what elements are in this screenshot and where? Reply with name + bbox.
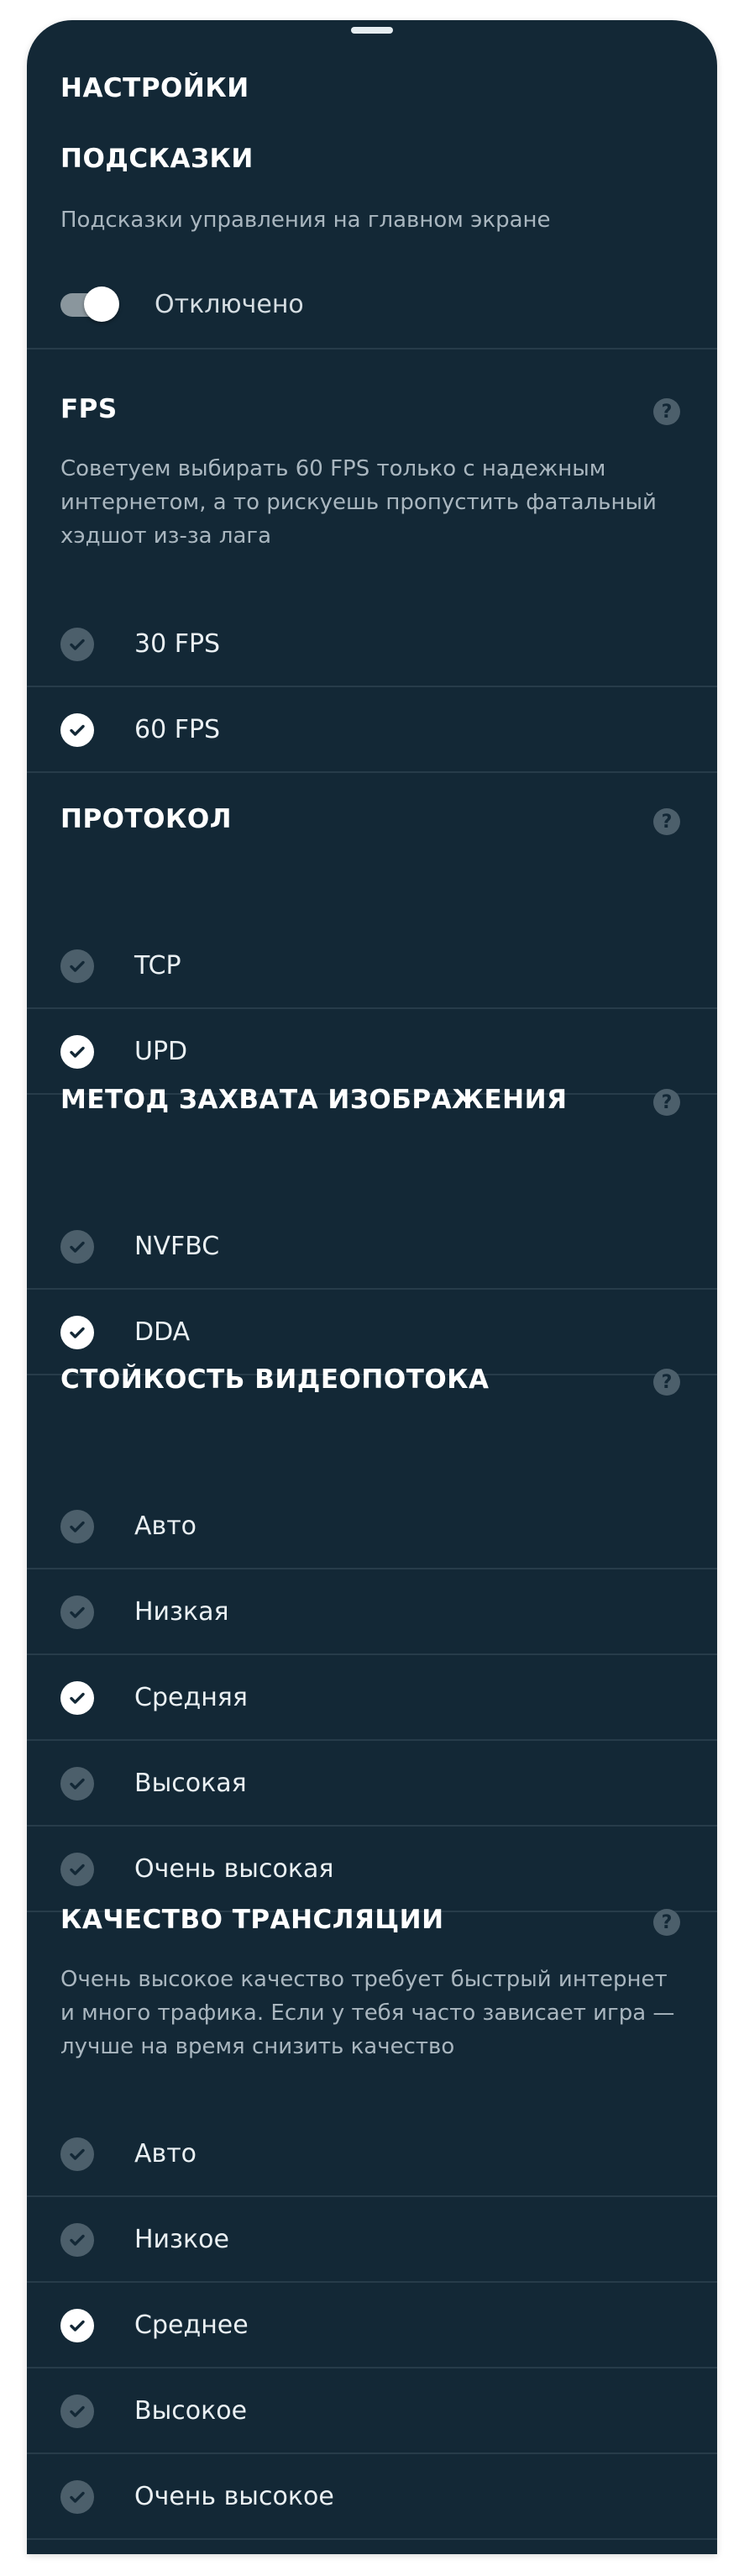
stability-option-row[interactable]: Очень высокая [27,1827,717,1912]
check-icon [60,1853,94,1886]
option-label: Среднее [134,2311,249,2340]
section-title-protocol: ПРОТОКОЛ [60,804,232,834]
check-icon [60,2480,94,2514]
stability-option-row[interactable]: Средняя [27,1655,717,1741]
drag-handle[interactable] [351,27,393,34]
check-icon [60,2223,94,2257]
section-title-hints: ПОДСКАЗКИ [60,144,254,174]
question-icon[interactable]: ? [653,1909,680,1936]
quality-option-row[interactable]: Низкое [27,2197,717,2283]
option-label: NVFBC [134,1232,220,1261]
option-label: Очень высокая [134,1854,334,1884]
stability-option-row[interactable]: Авто [27,1484,717,1569]
quality-option-row[interactable]: Очень высокое [27,2454,717,2540]
check-icon [60,1596,94,1629]
section-title-quality: КАЧЕСТВО ТРАНСЛЯЦИИ [60,1905,444,1935]
page-title: НАСТРОЙКИ [60,73,249,103]
question-icon[interactable]: ? [653,808,680,835]
quality-option-row[interactable]: Авто [27,2111,717,2197]
section-title-fps: FPS [60,394,118,424]
option-label: Высокая [134,1769,247,1798]
check-icon [60,713,94,747]
capture-option-row[interactable]: NVFBC [27,1204,717,1290]
option-label: 30 FPS [134,629,221,659]
question-icon[interactable]: ? [653,1369,680,1396]
quality-description: Очень высокое качество требует быстрый и… [60,1967,675,2059]
protocol-option-row[interactable]: UPD [27,1009,717,1095]
check-icon [60,1681,94,1715]
option-label: 60 FPS [134,715,221,744]
quality-option-row[interactable]: Высокое [27,2368,717,2454]
option-label: Низкая [134,1597,229,1627]
check-icon [60,2395,94,2428]
toggle-label: Отключено [155,290,304,319]
quality-option-row[interactable]: Среднее [27,2283,717,2368]
option-label: Высокое [134,2396,248,2426]
check-icon [60,2309,94,2342]
protocol-option-row[interactable]: TCP [27,923,717,1009]
check-icon [60,1316,94,1349]
hints-description: Подсказки управления на главном экране [60,208,551,233]
fps-option-row[interactable]: 60 FPS [27,687,717,773]
option-label: DDA [134,1317,191,1347]
stability-option-row[interactable]: Высокая [27,1741,717,1827]
option-label: TCP [134,951,181,980]
question-icon[interactable]: ? [653,1089,680,1116]
capture-option-row[interactable]: DDA [27,1290,717,1375]
option-label: Средняя [134,1683,248,1712]
section-title-capture: МЕТОД ЗАХВАТА ИЗОБРАЖЕНИЯ [60,1085,568,1115]
option-label: Авто [134,1511,197,1541]
divider [27,348,717,350]
check-icon [60,1230,94,1264]
check-icon [60,1767,94,1801]
option-label: Низкое [134,2225,229,2254]
section-title-stability: СТОЙКОСТЬ ВИДЕОПОТОКА [60,1364,490,1395]
toggle-knob[interactable] [84,287,119,322]
check-icon [60,1510,94,1543]
check-icon [60,1035,94,1069]
stability-option-row[interactable]: Низкая [27,1569,717,1655]
check-icon [60,949,94,983]
option-label: Авто [134,2139,197,2169]
check-icon [60,628,94,661]
question-icon[interactable]: ? [653,398,680,425]
settings-sheet: НАСТРОЙКИ ПОДСКАЗКИ Подсказки управления… [27,20,717,2554]
option-label: Очень высокое [134,2482,334,2511]
fps-option-row[interactable]: 30 FPS [27,602,717,687]
hints-toggle-row[interactable]: Отключено [27,262,717,348]
check-icon [60,2137,94,2171]
fps-description: Советуем выбирать 60 FPS только с надежн… [60,456,657,549]
option-label: UPD [134,1037,188,1066]
